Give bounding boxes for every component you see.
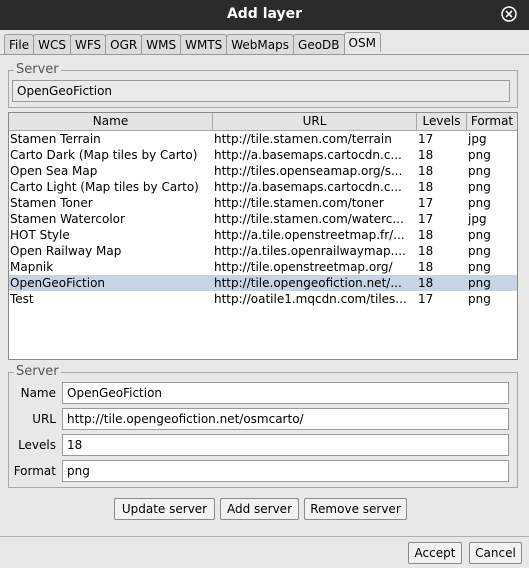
cell-url: http://tile.openstreetmap.org/: [214, 260, 393, 274]
table-row[interactable]: Carto Dark (Map tiles by Carto) http://a.…: [9, 147, 517, 163]
tab-wcs[interactable]: WCS: [33, 34, 71, 54]
table-row[interactable]: Carto Light (Map tiles by Carto) http://a…: [9, 179, 517, 195]
server-form-label: Server: [14, 364, 61, 379]
table-header: Name URL Levels Format: [9, 113, 517, 131]
tab-ogr[interactable]: OGR: [105, 34, 143, 54]
tab-wfs[interactable]: WFS: [69, 34, 107, 54]
cell-format: png: [468, 148, 491, 162]
cell-url: http://a.tile.openstreetmap.fr/...: [214, 228, 405, 242]
levels-field[interactable]: 18: [62, 434, 509, 456]
cell-url: http://tile.stamen.com/terrain: [214, 132, 392, 146]
cell-levels: 17: [418, 212, 434, 226]
url-label: URL: [32, 412, 56, 426]
cell-levels: 18: [418, 260, 434, 274]
cell-name: Carto Dark (Map tiles by Carto): [10, 148, 198, 162]
cell-name: Stamen Toner: [10, 196, 93, 210]
cell-format: png: [468, 276, 491, 290]
cell-url: http://oatile1.mqcdn.com/tiles...: [214, 292, 407, 306]
cell-format: png: [468, 244, 491, 258]
table-row[interactable]: Open Sea Map http://tiles.openseamap.org/…: [9, 163, 517, 179]
table-row[interactable]: OpenGeoFiction http://tile.opengeofiction…: [9, 275, 517, 291]
cell-url: http://a.basemaps.cartocdn.c...: [214, 180, 402, 194]
cell-levels: 18: [418, 164, 434, 178]
cell-name: Test: [10, 292, 34, 306]
server-group-label: Server: [14, 62, 61, 77]
update-server-button[interactable]: Update server: [114, 498, 215, 520]
tab-wmts[interactable]: WMTS: [180, 34, 228, 54]
column-header-levels[interactable]: Levels: [417, 113, 467, 130]
cell-levels: 18: [418, 180, 434, 194]
server-field[interactable]: OpenGeoFiction: [12, 80, 510, 102]
server-table[interactable]: Name URL Levels Format Stamen Terrain htt…: [8, 112, 518, 360]
cell-levels: 18: [418, 228, 434, 242]
table-row[interactable]: Stamen Toner http://tile.stamen.com/toner…: [9, 195, 517, 211]
table-row[interactable]: Open Railway Map http://a.tiles.openrailw…: [9, 243, 517, 259]
table-row[interactable]: HOT Style http://a.tile.openstreetmap.fr/…: [9, 227, 517, 243]
footer-divider: [0, 536, 529, 537]
cell-format: png: [468, 180, 491, 194]
cell-url: http://tile.opengeofiction.net/...: [214, 276, 402, 290]
name-label: Name: [20, 386, 56, 400]
cell-format: png: [468, 292, 491, 306]
cell-name: Stamen Watercolor: [10, 212, 125, 226]
cell-url: http://tiles.openseamap.org/s...: [214, 164, 403, 178]
cell-name: Open Railway Map: [10, 244, 122, 258]
column-header-name[interactable]: Name: [9, 113, 213, 130]
cell-url: http://a.basemaps.cartocdn.c...: [214, 148, 402, 162]
cell-format: jpg: [468, 132, 487, 146]
tab-bar: File WCS WFS OGR WMS WMTS WebMaps GeoDB OSM: [4, 32, 381, 54]
cell-format: png: [468, 196, 491, 210]
table-row[interactable]: Test http://oatile1.mqcdn.com/tiles... 17 p…: [9, 291, 517, 307]
window-title: Add layer: [226, 6, 303, 22]
tab-geodb[interactable]: GeoDB: [293, 34, 345, 54]
format-field[interactable]: png: [62, 460, 509, 482]
url-field[interactable]: http://tile.opengeofiction.net/osmcarto/: [62, 408, 509, 430]
table-row[interactable]: Mapnik http://tile.openstreetmap.org/18 pn…: [9, 259, 517, 275]
cell-format: png: [468, 260, 491, 274]
cell-levels: 18: [418, 148, 434, 162]
cell-name: Open Sea Map: [10, 164, 98, 178]
cell-format: png: [468, 228, 491, 242]
levels-label: Levels: [18, 438, 56, 452]
cell-url: http://tile.stamen.com/toner: [214, 196, 384, 210]
cell-levels: 18: [418, 244, 434, 258]
cell-format: png: [468, 164, 491, 178]
table-body: Stamen Terrain http://tile.stamen.com/ter…: [9, 131, 517, 307]
add-server-button[interactable]: Add server: [220, 498, 299, 520]
close-icon[interactable]: [501, 6, 517, 22]
cancel-button[interactable]: Cancel: [469, 542, 522, 564]
column-header-url[interactable]: URL: [213, 113, 417, 130]
column-header-format[interactable]: Format: [467, 113, 517, 130]
tab-divider: [0, 54, 529, 55]
tab-file[interactable]: File: [4, 34, 35, 54]
tab-osm[interactable]: OSM: [343, 32, 381, 52]
cell-url: http://a.tiles.openrailwaymap....: [214, 244, 406, 258]
tab-webmaps[interactable]: WebMaps: [226, 34, 295, 54]
cell-levels: 17: [418, 132, 434, 146]
name-field[interactable]: OpenGeoFiction: [62, 382, 509, 404]
cell-name: OpenGeoFiction: [10, 276, 106, 290]
cell-levels: 18: [418, 276, 434, 290]
cell-name: Mapnik: [10, 260, 54, 274]
format-label: Format: [13, 464, 56, 478]
title-bar: Add layer: [0, 0, 529, 30]
cell-name: Stamen Terrain: [10, 132, 101, 146]
table-row[interactable]: Stamen Watercolor http://tile.stamen.com/…: [9, 211, 517, 227]
cell-name: HOT Style: [10, 228, 70, 242]
tab-wms[interactable]: WMS: [141, 34, 182, 54]
accept-button[interactable]: Accept: [408, 542, 462, 564]
cell-url: http://tile.stamen.com/waterc...: [214, 212, 404, 226]
table-row[interactable]: Stamen Terrain http://tile.stamen.com/ter…: [9, 131, 517, 147]
cell-levels: 17: [418, 196, 434, 210]
cell-levels: 17: [418, 292, 434, 306]
remove-server-button[interactable]: Remove server: [304, 498, 407, 520]
cell-format: jpg: [468, 212, 487, 226]
cell-name: Carto Light (Map tiles by Carto): [10, 180, 199, 194]
